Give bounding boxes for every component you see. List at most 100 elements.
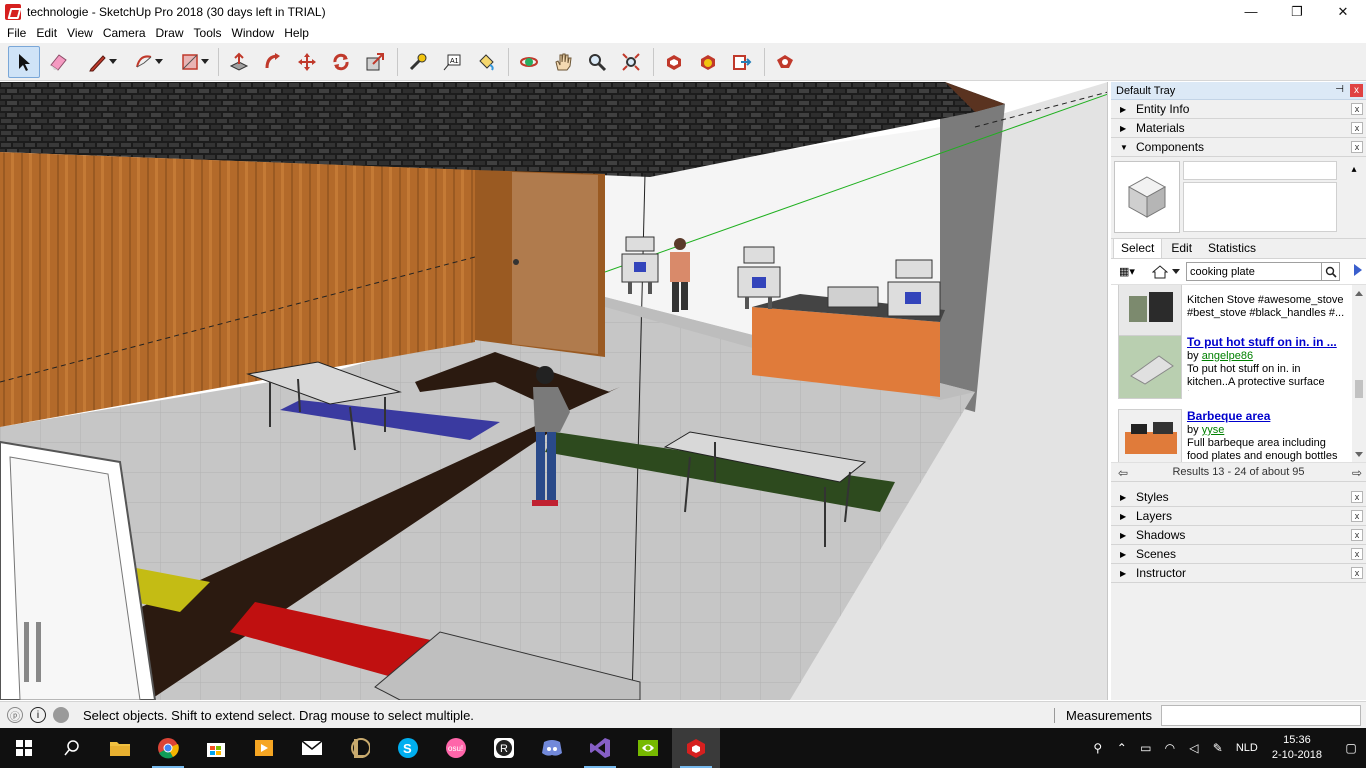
panel-close-button[interactable]: x bbox=[1351, 529, 1363, 541]
door-handle[interactable] bbox=[513, 259, 519, 265]
pencil-tool-button[interactable] bbox=[76, 46, 120, 78]
panel-layers[interactable]: ▶ Layers x bbox=[1111, 507, 1366, 526]
tab-statistics[interactable]: Statistics bbox=[1201, 239, 1263, 258]
taskbar-store[interactable] bbox=[192, 728, 240, 768]
author-link[interactable]: angelpe86 bbox=[1202, 350, 1253, 362]
taskbar-discord[interactable] bbox=[528, 728, 576, 768]
minimize-button[interactable]: — bbox=[1228, 0, 1274, 23]
panel-close-button[interactable]: x bbox=[1351, 122, 1363, 134]
panel-scenes[interactable]: ▶ Scenes x bbox=[1111, 545, 1366, 564]
panel-shadows[interactable]: ▶ Shadows x bbox=[1111, 526, 1366, 545]
taskbar-mail[interactable] bbox=[288, 728, 336, 768]
input-language[interactable]: NLD bbox=[1236, 742, 1258, 754]
previous-page-icon[interactable]: ⇦ bbox=[1118, 466, 1128, 480]
menu-camera[interactable]: Camera bbox=[98, 26, 151, 40]
panel-components[interactable]: ▼ Components x bbox=[1111, 138, 1366, 157]
pin-icon[interactable]: ⊣ bbox=[1335, 84, 1344, 95]
orbit-tool-button[interactable] bbox=[513, 46, 545, 78]
panel-close-button[interactable]: x bbox=[1351, 567, 1363, 579]
panel-entity-info[interactable]: ▶ Entity Info x bbox=[1111, 100, 1366, 119]
measurements-input[interactable] bbox=[1161, 705, 1361, 726]
menu-tools[interactable]: Tools bbox=[189, 26, 227, 40]
scene-canvas[interactable] bbox=[0, 82, 1108, 700]
taskbar-visual-studio[interactable] bbox=[576, 728, 624, 768]
info-icon[interactable]: i bbox=[30, 707, 46, 723]
maximize-button[interactable]: ❐ bbox=[1274, 0, 1320, 23]
arc-tool-button[interactable] bbox=[122, 46, 166, 78]
result-item[interactable]: Barbeque area by yyse Full barbeque area… bbox=[1118, 409, 1346, 462]
wooden-door[interactable] bbox=[512, 172, 598, 354]
modeling-viewport[interactable] bbox=[0, 82, 1108, 700]
panel-close-button[interactable]: x bbox=[1351, 103, 1363, 115]
extension-warehouse-button[interactable] bbox=[692, 46, 724, 78]
result-thumbnail[interactable] bbox=[1118, 409, 1182, 462]
arc-dropdown-arrow[interactable] bbox=[155, 58, 163, 64]
home-dropdown-arrow[interactable] bbox=[1172, 269, 1180, 274]
people-icon[interactable]: ⚲ bbox=[1086, 728, 1110, 768]
stove[interactable] bbox=[827, 286, 879, 308]
panel-materials[interactable]: ▶ Materials x bbox=[1111, 119, 1366, 138]
details-arrow-icon[interactable]: ▴ bbox=[1348, 163, 1360, 177]
taskbar-media-player[interactable] bbox=[240, 728, 288, 768]
menu-window[interactable]: Window bbox=[227, 26, 280, 40]
action-center-icon[interactable]: ▢ bbox=[1336, 728, 1366, 768]
component-search-input[interactable] bbox=[1186, 262, 1322, 281]
taskbar-sketchup[interactable] bbox=[672, 728, 720, 768]
taskbar-osu[interactable]: osu! bbox=[432, 728, 480, 768]
text-tool-button[interactable]: A1 bbox=[436, 46, 468, 78]
extension-manager-button[interactable] bbox=[769, 46, 801, 78]
zoom-tool-button[interactable] bbox=[581, 46, 613, 78]
results-scrollbar[interactable] bbox=[1352, 285, 1366, 462]
menu-draw[interactable]: Draw bbox=[151, 26, 189, 40]
home-icon[interactable] bbox=[1151, 263, 1169, 281]
robot-figure[interactable] bbox=[887, 259, 941, 317]
rectangle-tool-button[interactable] bbox=[168, 46, 212, 78]
scale-tool-button[interactable] bbox=[359, 46, 391, 78]
panel-close-button[interactable]: x bbox=[1351, 548, 1363, 560]
panel-close-button[interactable]: x bbox=[1351, 141, 1363, 153]
taskbar-chrome[interactable] bbox=[144, 728, 192, 768]
move-tool-button[interactable] bbox=[291, 46, 323, 78]
rectangle-dropdown-arrow[interactable] bbox=[201, 58, 209, 64]
view-options-icon[interactable]: ▦▾ bbox=[1119, 263, 1143, 281]
menu-edit[interactable]: Edit bbox=[31, 26, 62, 40]
pencil-dropdown-arrow[interactable] bbox=[109, 58, 117, 64]
taskbar-nvidia[interactable] bbox=[624, 728, 672, 768]
geo-location-icon[interactable]: ⓟ bbox=[7, 707, 23, 723]
start-button[interactable] bbox=[0, 728, 48, 768]
panel-styles[interactable]: ▶ Styles x bbox=[1111, 488, 1366, 507]
taskbar-r-app[interactable]: R bbox=[480, 728, 528, 768]
scroll-thumb[interactable] bbox=[1355, 380, 1363, 398]
navigate-forward-icon[interactable] bbox=[1354, 264, 1362, 276]
taskbar-file-explorer[interactable] bbox=[96, 728, 144, 768]
next-page-icon[interactable]: ⇨ bbox=[1352, 466, 1362, 480]
menu-file[interactable]: File bbox=[2, 26, 31, 40]
author-link[interactable]: yyse bbox=[1202, 424, 1225, 436]
result-thumbnail[interactable] bbox=[1118, 335, 1182, 399]
push-pull-tool-button[interactable] bbox=[223, 46, 255, 78]
rotate-tool-button[interactable] bbox=[325, 46, 357, 78]
show-hidden-icons-chevron[interactable]: ⌃ bbox=[1110, 728, 1134, 768]
system-clock[interactable]: 15:36 2-10-2018 bbox=[1272, 733, 1322, 763]
panel-close-button[interactable]: x bbox=[1351, 510, 1363, 522]
follow-me-tool-button[interactable] bbox=[257, 46, 289, 78]
taskbar-skype[interactable]: S bbox=[384, 728, 432, 768]
tab-select[interactable]: Select bbox=[1113, 238, 1163, 258]
wifi-icon[interactable]: ◠ bbox=[1158, 728, 1182, 768]
3d-warehouse-button[interactable] bbox=[658, 46, 690, 78]
result-title-link[interactable]: Barbeque area bbox=[1187, 409, 1345, 423]
menu-help[interactable]: Help bbox=[279, 26, 314, 40]
user-account-icon[interactable] bbox=[53, 707, 69, 723]
tab-edit[interactable]: Edit bbox=[1164, 239, 1199, 258]
close-button[interactable]: ✕ bbox=[1320, 0, 1366, 23]
zoom-extents-tool-button[interactable] bbox=[615, 46, 647, 78]
tape-measure-tool-button[interactable] bbox=[402, 46, 434, 78]
pen-workspace-icon[interactable]: ✎ bbox=[1206, 728, 1230, 768]
paint-bucket-tool-button[interactable] bbox=[470, 46, 502, 78]
pan-tool-button[interactable] bbox=[547, 46, 579, 78]
menu-view[interactable]: View bbox=[62, 26, 98, 40]
battery-icon[interactable]: ▭ bbox=[1134, 728, 1158, 768]
taskbar-league-client[interactable] bbox=[336, 728, 384, 768]
scroll-up-arrow[interactable] bbox=[1355, 291, 1363, 296]
eraser-tool-button[interactable] bbox=[42, 46, 74, 78]
